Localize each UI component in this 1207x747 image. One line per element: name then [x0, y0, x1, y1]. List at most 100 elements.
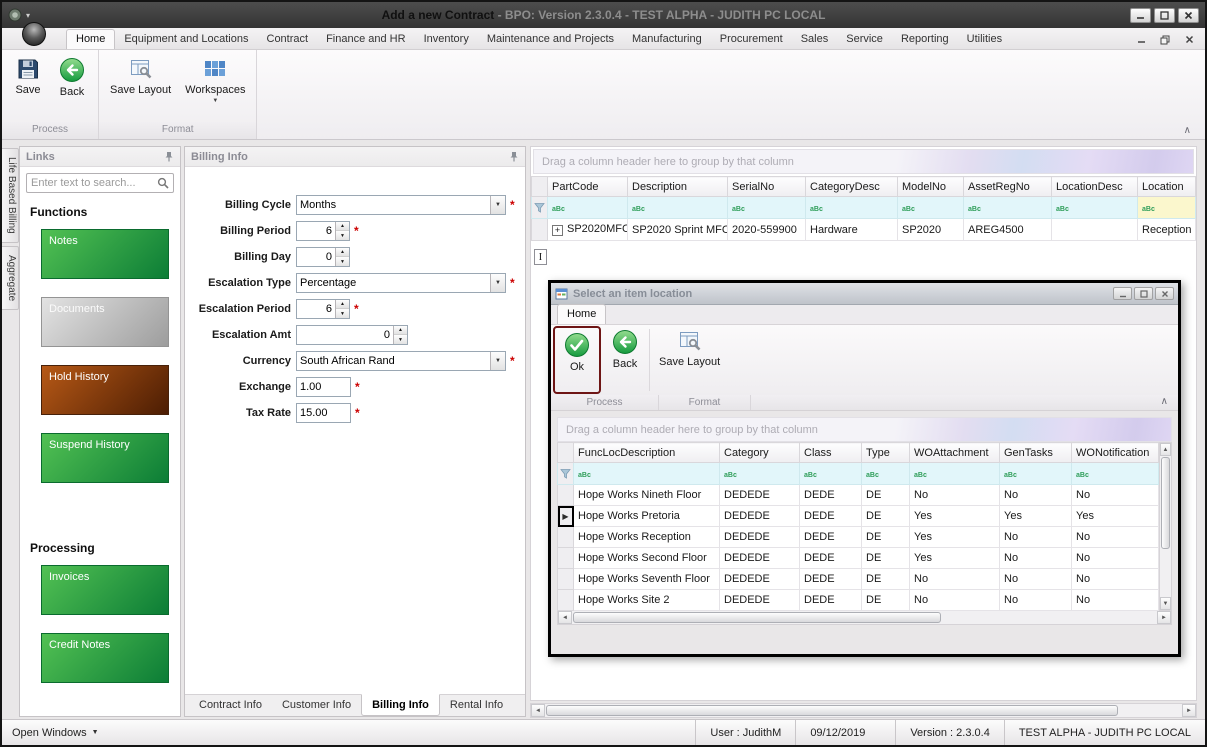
cell-funclocdescription[interactable]: Hope Works Seventh Floor — [574, 569, 720, 590]
column-header-category[interactable]: Category — [720, 443, 800, 463]
column-header-location[interactable]: Location — [1138, 177, 1196, 197]
cell-type[interactable]: DE — [862, 527, 910, 548]
cell-woattachment[interactable]: Yes — [910, 506, 1000, 527]
spin-up-icon[interactable]: ▲ — [336, 300, 349, 309]
cell-woattachment[interactable]: No — [910, 569, 1000, 590]
row-indicator-cell[interactable] — [558, 485, 574, 506]
cell-category[interactable]: DEDEDE — [720, 527, 800, 548]
billing-cycle-dropdown[interactable]: ▼ — [296, 195, 506, 215]
filter-cell-wonotification[interactable]: aBc — [1072, 463, 1159, 485]
link-button-notes[interactable]: Notes — [41, 229, 169, 279]
location-row-current[interactable]: ▶ Hope Works Pretoria DEDEDE DEDE DE Yes… — [558, 506, 1159, 527]
back-button[interactable]: Back — [50, 53, 94, 102]
cell-locationdesc[interactable] — [1052, 219, 1138, 241]
cell-wonotification[interactable]: No — [1072, 548, 1159, 569]
chevron-down-icon[interactable]: ▼ — [490, 352, 505, 370]
escalation-type-dropdown[interactable]: ▼ — [296, 273, 506, 293]
cell-wonotification[interactable]: No — [1072, 485, 1159, 506]
cell-categorydesc[interactable]: Hardware — [806, 219, 898, 241]
column-header-assetregno[interactable]: AssetRegNo — [964, 177, 1052, 197]
dialog-minimize-button[interactable] — [1113, 287, 1132, 300]
cell-type[interactable]: DE — [862, 506, 910, 527]
cell-class[interactable]: DEDE — [800, 506, 862, 527]
quick-access-arrow-icon[interactable]: ▾ — [26, 11, 30, 20]
cell-category[interactable]: DEDEDE — [720, 485, 800, 506]
ribbon-tab-utilities[interactable]: Utilities — [958, 30, 1011, 49]
link-button-hold-history[interactable]: Hold History — [41, 365, 169, 415]
cell-class[interactable]: DEDE — [800, 569, 862, 590]
app-logo-icon[interactable] — [8, 8, 22, 22]
spin-up-icon[interactable]: ▲ — [336, 248, 349, 257]
scroll-left-icon[interactable]: ◄ — [558, 611, 572, 624]
escalation-amt-stepper[interactable]: ▲▼ — [296, 325, 408, 345]
ribbon-collapse-icon[interactable]: ∧ — [1161, 396, 1168, 407]
tax-rate-value[interactable] — [297, 404, 350, 422]
cell-gentasks[interactable]: No — [1000, 569, 1072, 590]
column-header-woattachment[interactable]: WOAttachment — [910, 443, 1000, 463]
column-header-wonotification[interactable]: WONotification — [1072, 443, 1159, 463]
filter-cell-funclocdescription[interactable]: aBc — [574, 463, 720, 485]
row-indicator-cell[interactable] — [558, 527, 574, 548]
column-header-partcode[interactable]: PartCode — [548, 177, 628, 197]
side-tab-life-based-billing[interactable]: Life Based Billing — [2, 148, 19, 243]
cell-wonotification[interactable]: Yes — [1072, 506, 1159, 527]
cell-class[interactable]: DEDE — [800, 548, 862, 569]
filter-cell-description[interactable]: aBc — [628, 197, 728, 219]
side-tab-aggregate[interactable]: Aggregate — [2, 246, 19, 310]
column-header-gentasks[interactable]: GenTasks — [1000, 443, 1072, 463]
filter-cell-location[interactable]: aBc — [1138, 197, 1196, 219]
filter-cell-gentasks[interactable]: aBc — [1000, 463, 1072, 485]
cell-assetregno[interactable]: AREG4500 — [964, 219, 1052, 241]
ribbon-tab-contract[interactable]: Contract — [258, 30, 318, 49]
exchange-field[interactable] — [296, 377, 351, 397]
cell-gentasks[interactable]: Yes — [1000, 506, 1072, 527]
cell-type[interactable]: DE — [862, 548, 910, 569]
ribbon-tab-reporting[interactable]: Reporting — [892, 30, 958, 49]
cell-class[interactable]: DEDE — [800, 590, 862, 611]
column-header-modelno[interactable]: ModelNo — [898, 177, 964, 197]
mdi-minimize-button[interactable] — [1133, 33, 1149, 46]
location-row[interactable]: Hope Works Reception DEDEDE DEDE DE Yes … — [558, 527, 1159, 548]
search-icon[interactable] — [157, 177, 169, 189]
currency-value[interactable] — [297, 352, 490, 370]
dialog-back-button[interactable]: Back — [603, 325, 647, 395]
escalation-period-value[interactable] — [297, 300, 335, 318]
ribbon-tab-maintenance-and-projects[interactable]: Maintenance and Projects — [478, 30, 623, 49]
expand-row-icon[interactable]: + — [552, 225, 563, 236]
cell-modelno[interactable]: SP2020 — [898, 219, 964, 241]
mdi-close-button[interactable] — [1181, 33, 1197, 46]
cell-funclocdescription[interactable]: Hope Works Site 2 — [574, 590, 720, 611]
ribbon-tab-home[interactable]: Home — [66, 29, 115, 49]
cell-funclocdescription[interactable]: Hope Works Pretoria — [574, 506, 720, 527]
column-header-funclocdescription[interactable]: FuncLocDescription — [574, 443, 720, 463]
search-input[interactable] — [31, 177, 157, 189]
filter-cell-class[interactable]: aBc — [800, 463, 862, 485]
spin-down-icon[interactable]: ▼ — [336, 231, 349, 240]
cell-type[interactable]: DE — [862, 485, 910, 506]
cell-gentasks[interactable]: No — [1000, 590, 1072, 611]
current-row-indicator-cell[interactable]: ▶ — [558, 506, 574, 527]
cell-category[interactable]: DEDEDE — [720, 569, 800, 590]
ribbon-collapse-icon[interactable]: ∧ — [1184, 125, 1191, 136]
link-button-invoices[interactable]: Invoices — [41, 565, 169, 615]
filter-cell-type[interactable]: aBc — [862, 463, 910, 485]
spin-up-icon[interactable]: ▲ — [394, 326, 407, 335]
link-button-documents[interactable]: Documents — [41, 297, 169, 347]
cell-wonotification[interactable]: No — [1072, 590, 1159, 611]
filter-cell-categorydesc[interactable]: aBc — [806, 197, 898, 219]
cell-woattachment[interactable]: Yes — [910, 527, 1000, 548]
filter-cell-partcode[interactable]: aBc — [548, 197, 628, 219]
column-header-type[interactable]: Type — [862, 443, 910, 463]
column-header-locationdesc[interactable]: LocationDesc — [1052, 177, 1138, 197]
billing-period-stepper[interactable]: ▲▼ — [296, 221, 350, 241]
pin-icon[interactable] — [164, 151, 174, 162]
scroll-right-icon[interactable]: ► — [1157, 611, 1171, 624]
scrollbar-thumb[interactable] — [573, 612, 941, 623]
column-header-class[interactable]: Class — [800, 443, 862, 463]
scrollbar-thumb[interactable] — [1161, 457, 1170, 549]
cell-wonotification[interactable]: No — [1072, 569, 1159, 590]
tab-billing-info[interactable]: Billing Info — [361, 694, 440, 716]
spin-down-icon[interactable]: ▼ — [336, 309, 349, 318]
column-header-description[interactable]: Description — [628, 177, 728, 197]
close-button[interactable] — [1178, 8, 1199, 23]
